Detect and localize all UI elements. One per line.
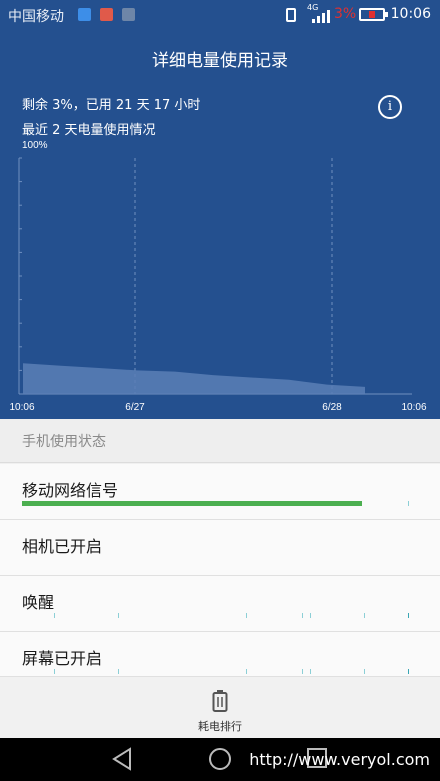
back-icon[interactable]	[112, 747, 131, 771]
usage-tick	[310, 613, 311, 618]
notification-icon	[78, 8, 91, 21]
usage-tick	[302, 669, 303, 674]
usage-row-label: 唤醒	[22, 593, 55, 612]
y-axis-label: 100%	[22, 140, 48, 151]
usage-tick	[408, 669, 409, 674]
usage-tick	[364, 669, 365, 674]
usage-row-label: 屏幕已开启	[22, 649, 103, 668]
navigation-bar: http://www.veryol.com	[0, 738, 440, 781]
usage-row-mobile-signal[interactable]: 移动网络信号	[0, 464, 440, 520]
image-icon	[122, 8, 135, 21]
battery-area	[23, 363, 365, 394]
usage-tick	[246, 669, 247, 674]
usage-tick	[54, 669, 55, 674]
battery-chart: 100% 10:06 6/27 6/28 10:06	[9, 140, 426, 413]
x-tick-label: 6/27	[125, 402, 145, 413]
power-ranking-label: 耗电排行	[198, 720, 242, 733]
clock: 10:06	[390, 6, 431, 22]
usage-tick	[408, 501, 409, 506]
usage-tick	[310, 669, 311, 674]
usage-tick	[408, 613, 409, 618]
section-header: 手机使用状态	[0, 419, 440, 463]
watermark: http://www.veryol.com	[249, 750, 430, 769]
info-icon[interactable]: i	[378, 95, 402, 119]
x-tick-label: 10:06	[401, 402, 426, 413]
vibrate-icon	[286, 8, 296, 22]
battery-icon	[212, 690, 228, 712]
usage-tick	[118, 669, 119, 674]
section-title: 手机使用状态	[22, 434, 106, 450]
usage-row-wake[interactable]: 唤醒	[0, 576, 440, 632]
x-tick-label: 6/28	[322, 402, 342, 413]
usage-tick	[54, 613, 55, 618]
usage-tick	[246, 613, 247, 618]
carrier-name: 中国移动	[8, 9, 64, 25]
usage-tick	[302, 613, 303, 618]
page-title: 详细电量使用记录	[152, 51, 288, 71]
usage-row-label: 移动网络信号	[22, 481, 119, 500]
battery-summary: 剩余 3%，已用 21 天 17 小时	[22, 98, 201, 113]
signal-bar	[22, 501, 362, 506]
usage-row-camera[interactable]: 相机已开启	[0, 520, 440, 576]
signal-icon	[306, 10, 332, 23]
notification-icon	[100, 8, 113, 21]
battery-percent: 3%	[334, 6, 357, 22]
usage-tick	[364, 613, 365, 618]
x-tick-label: 10:06	[9, 402, 34, 413]
usage-tick	[118, 613, 119, 618]
usage-row-label: 相机已开启	[22, 537, 103, 556]
battery-icon	[359, 8, 388, 21]
power-ranking-button[interactable]: 耗电排行	[0, 676, 440, 738]
home-icon[interactable]	[209, 748, 231, 770]
status-bar: 中国移动 4G 3% 10:06	[0, 0, 440, 30]
